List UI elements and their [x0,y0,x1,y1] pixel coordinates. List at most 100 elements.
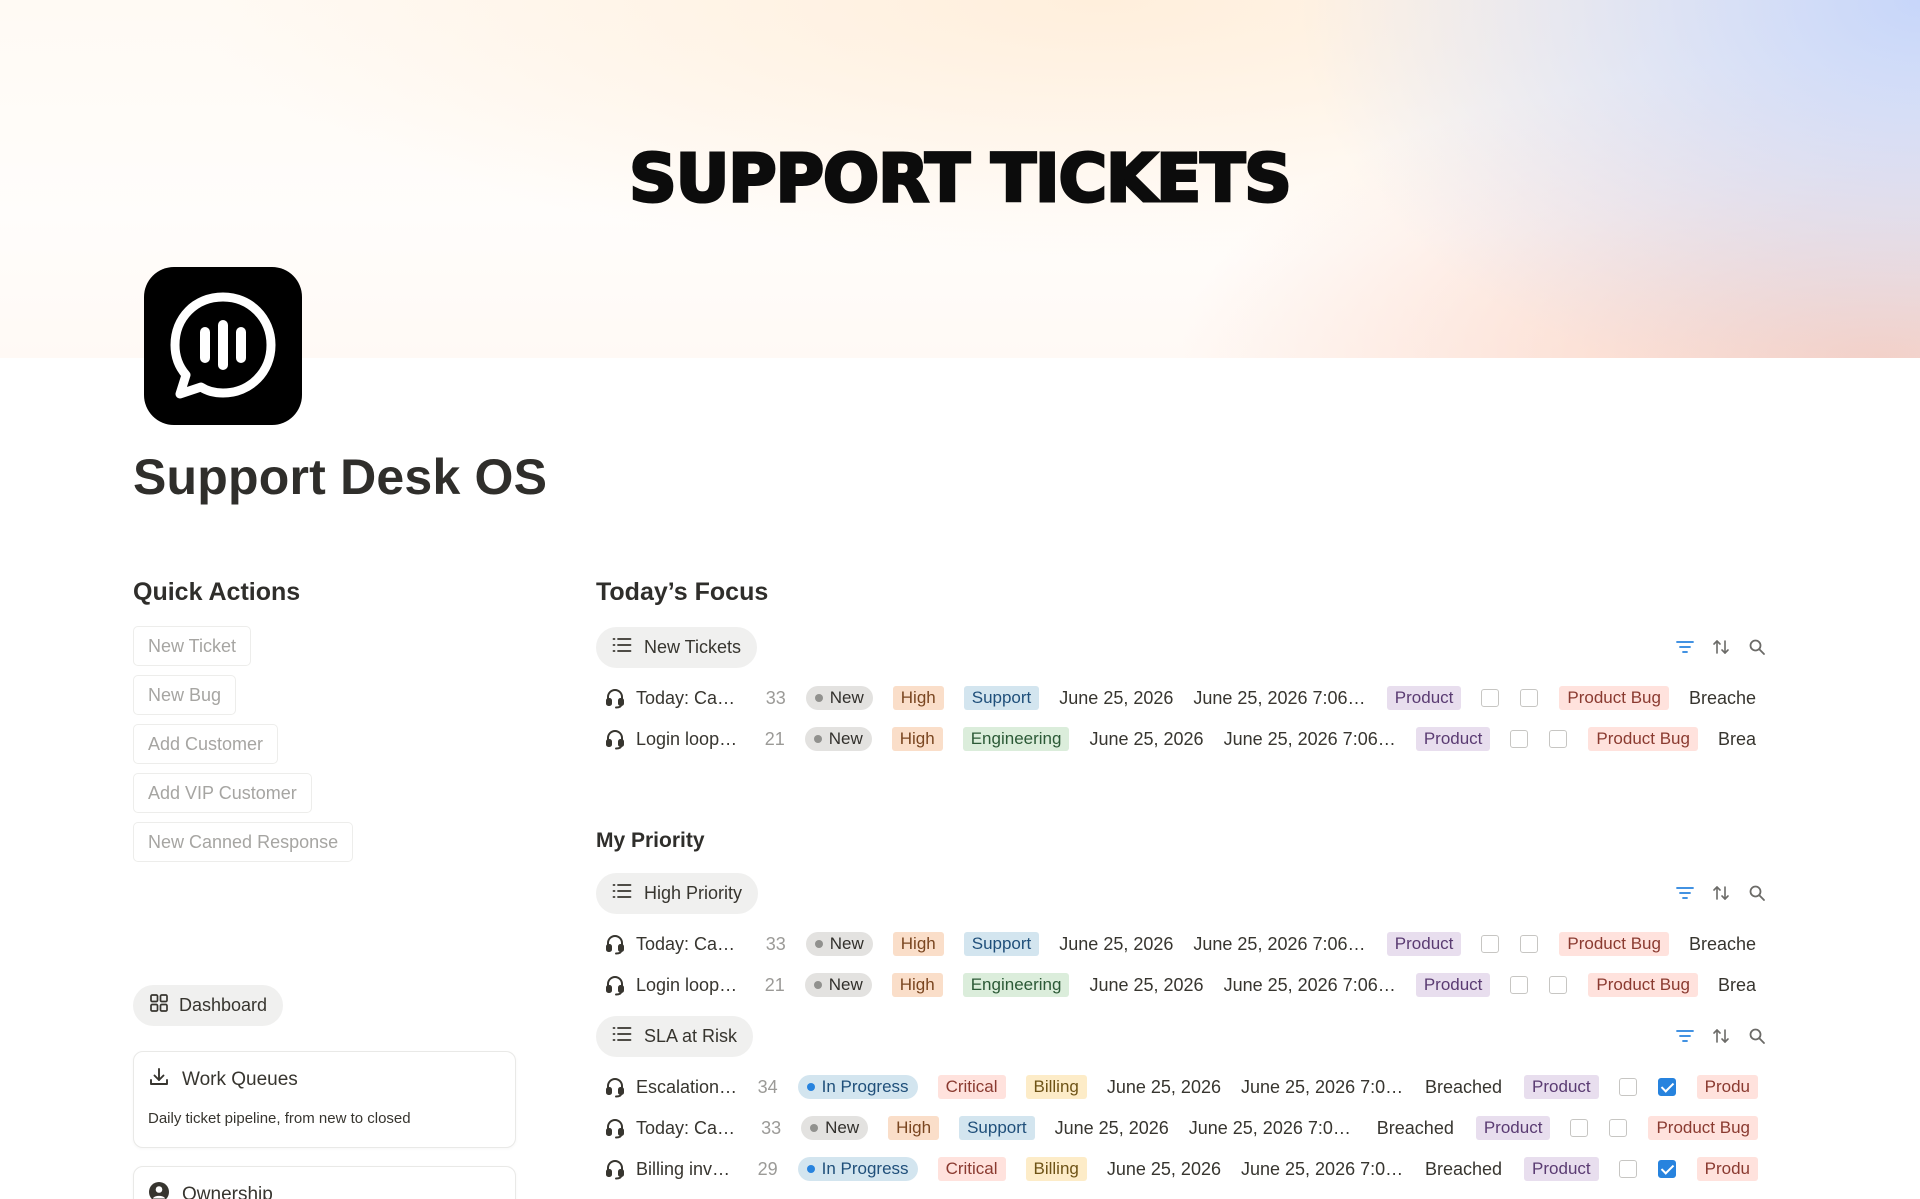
ticket-title[interactable]: Login loop… [636,729,746,750]
download-icon [148,1066,170,1094]
search-icon[interactable] [1748,638,1766,656]
sla-status: Breache [1688,687,1756,708]
work-queues-description: Daily ticket pipeline, from new to close… [148,1110,411,1127]
ticket-number: 29 [757,1158,778,1179]
checkbox[interactable] [1618,1160,1637,1178]
sla-status: Breached [1424,1158,1503,1179]
sort-icon[interactable] [1712,884,1730,902]
product-tag: Product [1415,973,1491,997]
ticket-title[interactable]: Today: Ca… [636,1118,743,1139]
ticket-number: 21 [764,728,785,749]
checkbox-checked[interactable] [1657,1078,1676,1096]
status-dot [813,735,822,743]
sla-status: Breache [1688,933,1756,954]
tab-high-priority-label: High Priority [644,883,743,903]
status-badge: New [805,932,873,956]
new-tickets-toolbar [1676,638,1766,656]
team-tag: Billing [1025,1075,1087,1099]
checkbox[interactable] [1520,689,1539,707]
priority-tag: High [888,1116,940,1140]
checkbox[interactable] [1510,730,1529,748]
updated-datetime: June 25, 2026 7:06… [1193,933,1366,954]
add-customer-button[interactable]: Add Customer [133,724,279,764]
quick-actions-section: Quick Actions New Ticket New Bug Add Cus… [133,578,516,871]
filter-icon[interactable] [1676,1027,1694,1045]
priority-tag: High [891,973,943,997]
quick-actions-heading: Quick Actions [133,578,301,606]
priority-tag: Critical [937,1157,1006,1181]
new-ticket-button[interactable]: New Ticket [133,626,252,666]
filter-icon[interactable] [1676,884,1694,902]
sort-icon[interactable] [1712,638,1730,656]
status-dot [814,694,823,702]
work-queues-card[interactable]: Work Queues Daily ticket pipeline, from … [133,1051,516,1148]
ticket-title[interactable]: Today: Ca… [636,688,746,709]
ticket-number: 33 [765,933,786,954]
ticket-title[interactable]: Login loop… [636,975,746,996]
table-row[interactable]: Today: Ca… 33 New High Support June 25, 2026 J… [596,678,1778,718]
headset-icon [604,1117,626,1139]
updated-datetime: June 25, 2026 7:06… [1240,1076,1405,1097]
filter-icon[interactable] [1676,638,1694,656]
checkbox[interactable] [1609,1119,1628,1137]
new-bug-button[interactable]: New Bug [133,675,237,715]
checkbox[interactable] [1618,1078,1637,1096]
sla-status: Breached [1424,1076,1503,1097]
table-row[interactable]: Login loop… 21 New High Engineering June 25, … [596,719,1778,759]
category-tag: Product Bug [1559,686,1669,710]
headset-icon [604,933,626,955]
tab-new-tickets[interactable]: New Tickets [596,627,758,668]
list-icon [612,637,632,658]
search-icon[interactable] [1748,884,1766,902]
sort-icon[interactable] [1712,1027,1730,1045]
ticket-title[interactable]: Billing inv… [636,1159,740,1180]
team-tag: Support [963,932,1040,956]
sla-status: Breached [1376,1117,1454,1138]
ticket-title[interactable]: Today: Ca… [636,934,746,955]
ticket-title[interactable]: Escalation… [636,1077,740,1098]
checkbox[interactable] [1481,689,1500,707]
tab-sla-at-risk[interactable]: SLA at Risk [596,1016,754,1057]
search-icon[interactable] [1748,1027,1766,1045]
checkbox-checked[interactable] [1657,1160,1676,1178]
support-chat-icon[interactable] [144,267,302,425]
priority-tag: High [891,727,943,751]
checkbox[interactable] [1549,976,1568,994]
status-badge: In Progress [797,1157,918,1181]
add-vip-customer-button[interactable]: Add VIP Customer [133,773,312,813]
status-badge: New [805,686,873,710]
product-tag: Product [1386,932,1462,956]
created-date: June 25, 2026 [1106,1158,1221,1179]
category-tag: Product Bug [1648,1116,1758,1140]
ownership-card[interactable]: Ownership [133,1166,516,1199]
category-tag: Produ [1696,1075,1758,1099]
checkbox[interactable] [1570,1119,1589,1137]
product-tag: Product [1415,727,1491,751]
checkbox[interactable] [1510,976,1529,994]
product-tag: Product [1524,1075,1599,1099]
sla-status: Brea [1717,728,1756,749]
table-row[interactable]: Billing inv… 29 In Progress Critical Billing… [596,1149,1778,1189]
table-row[interactable]: Today: Ca… 33 New High Support June 25, 2026 J… [596,1108,1778,1148]
status-dot [814,940,823,948]
updated-datetime: June 25, 2026 7:06… [1240,1158,1405,1179]
table-row[interactable]: Today: Ca… 33 New High Support June 25, 2026 J… [596,924,1778,964]
new-canned-response-button[interactable]: New Canned Response [133,822,354,862]
ticket-number: 33 [765,687,786,708]
ticket-number: 33 [761,1117,782,1138]
table-row[interactable]: Escalation… 34 In Progress Critical Billing J… [596,1067,1778,1107]
priority-tag: High [892,932,944,956]
team-tag: Support [963,686,1040,710]
tab-high-priority[interactable]: High Priority [596,873,759,914]
updated-datetime: June 25, 2026 7:06… [1223,728,1396,749]
table-row[interactable]: Login loop… 21 New High Engineering June 25, … [596,965,1778,1005]
status-label: In Progress [821,1159,909,1178]
updated-datetime: June 25, 2026 7:06… [1193,687,1366,708]
checkbox[interactable] [1481,935,1500,953]
headset-icon [604,1158,626,1180]
updated-datetime: June 25, 2026 7:06… [1188,1117,1357,1138]
checkbox[interactable] [1549,730,1568,748]
tab-dashboard[interactable]: Dashboard [133,985,284,1026]
checkbox[interactable] [1520,935,1539,953]
cover-title: SUPPORT TICKETS [628,139,1294,219]
